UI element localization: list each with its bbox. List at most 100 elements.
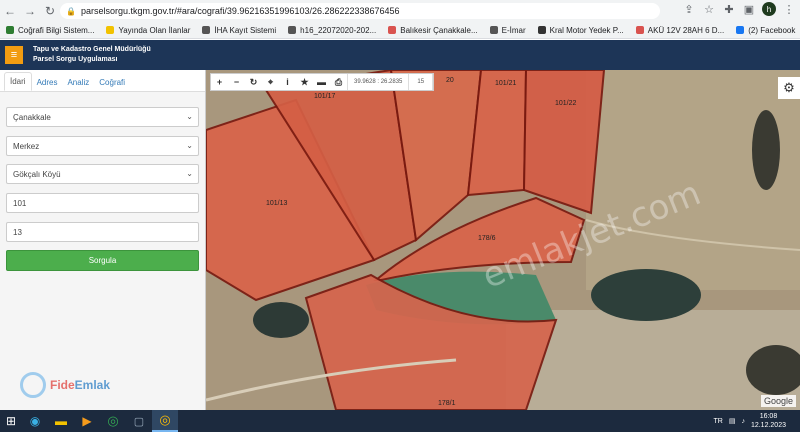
share-icon[interactable]: ⇪ (682, 3, 696, 16)
bookmark-item[interactable]: Balıkesir Çanakkale... (388, 25, 478, 35)
block-value: 101 (13, 198, 27, 208)
bookmark-favicon-icon (635, 26, 644, 34)
window-icon[interactable]: ▢ (126, 410, 152, 432)
parcel-label: 178/1 (438, 400, 456, 407)
url-text: parselsorgu.tkgm.gov.tr/#ara/cografi/39.… (80, 6, 400, 16)
zoom-out-icon[interactable]: − (228, 74, 245, 90)
logo-part2: Emlak (74, 378, 111, 392)
district-select[interactable]: Merkez ⌄ (6, 136, 199, 156)
parcel-label: 101/17 (314, 93, 336, 100)
sidepanel-icon[interactable]: ▣ (742, 3, 756, 16)
zoom-level: 15 (409, 74, 434, 90)
profile-avatar[interactable]: h (762, 2, 776, 16)
parcel-label: 101/22 (555, 100, 577, 107)
bookmark-favicon-icon (6, 26, 14, 34)
bookmark-item[interactable]: Yayında Olan İlanlar (106, 26, 190, 35)
bookmark-item[interactable]: Kral Motor Yedek P... (537, 25, 624, 35)
logo-part1: Fide (50, 378, 75, 392)
measure-icon[interactable]: ▬ (313, 74, 330, 90)
tab-analiz[interactable]: Analiz (62, 74, 94, 91)
chevron-down-icon: ⌄ (186, 112, 193, 121)
bookmark-label: Balıkesir Çanakkale... (400, 25, 478, 35)
windows-taskbar: ⊞ ◉ ▬ ▶ ◎ ▢ ◎ TR ▤ ♪ 16:08 12.12.2023 (0, 410, 800, 432)
bookmark-label: AKÜ 12V 28AH 6 D... (647, 25, 725, 35)
tab-cografi[interactable]: Coğrafi (94, 74, 130, 91)
reload-icon[interactable]: ↻ (40, 1, 60, 21)
back-icon[interactable]: ← (0, 1, 20, 21)
parcel-value: 13 (13, 227, 22, 237)
bookmark-favicon-icon (388, 26, 397, 34)
bookmark-label: Coğrafi Bilgi Sistem... (18, 25, 95, 35)
network-icon[interactable]: ▤ (729, 417, 736, 425)
media-player-icon[interactable]: ▶ (74, 410, 100, 432)
chevron-down-icon: ⌄ (186, 141, 193, 150)
bookmark-label: h16_22072020-202... (300, 25, 377, 35)
extensions-icon[interactable]: ✚ (722, 3, 736, 16)
star-icon[interactable]: ★ (296, 74, 313, 90)
bookmark-label: Yayında Olan İlanlar (118, 25, 191, 35)
print-icon[interactable]: ⎙ (330, 74, 347, 90)
logo-ring-icon (20, 372, 46, 398)
parcel-label: 101/21 (495, 80, 517, 87)
province-select[interactable]: Çanakkale ⌄ (6, 107, 199, 127)
bookmark-favicon-icon (736, 26, 745, 34)
parcel-label: 101/13 (266, 200, 288, 207)
volume-icon[interactable]: ♪ (741, 418, 745, 425)
app-header: ≡ Tapu ve Kadastro Genel Müdürlüğü Parse… (0, 40, 800, 70)
bookmark-label: Kral Motor Yedek P... (549, 25, 624, 35)
agency-logo: FideEmlak (20, 372, 110, 398)
bookmark-item[interactable]: (2) Facebook (736, 26, 795, 35)
locate-icon[interactable]: ⌖ (262, 74, 279, 90)
edge-icon[interactable]: ◉ (22, 410, 48, 432)
language-indicator[interactable]: TR (713, 418, 722, 425)
app-title-line2: Parsel Sorgu Uygulaması (33, 56, 118, 63)
map-attribution: Google (760, 395, 796, 407)
zoom-in-icon[interactable]: + (211, 74, 228, 90)
address-bar[interactable]: 🔒 parselsorgu.tkgm.gov.tr/#ara/cografi/3… (60, 3, 660, 19)
bookmark-item[interactable]: İHA Kayıt Sistemi (202, 26, 276, 35)
panel-tabs: İdari Adres Analiz Coğrafi (0, 70, 205, 92)
browser-toolbar: ← → ↻ 🔒 parselsorgu.tkgm.gov.tr/#ara/cog… (0, 0, 800, 22)
query-button[interactable]: Sorgula (6, 250, 199, 271)
settings-gear-icon[interactable]: ⚙ (778, 77, 800, 99)
bookmark-favicon-icon (489, 26, 498, 34)
village-select[interactable]: Gökçalı Köyü ⌄ (6, 164, 199, 184)
bookmark-label: E-İmar (501, 25, 526, 35)
explorer-icon[interactable]: ▬ (48, 410, 74, 432)
lock-icon: 🔒 (66, 6, 76, 16)
tab-adres[interactable]: Adres (32, 74, 63, 91)
refresh-icon[interactable]: ↻ (245, 74, 262, 90)
tab-idari[interactable]: İdari (4, 72, 32, 91)
bookmark-item[interactable]: h16_22072020-202... (288, 26, 376, 35)
bookmark-favicon-icon (202, 26, 211, 34)
chrome-icon[interactable]: ◎ (100, 410, 126, 432)
hamburger-menu-icon[interactable]: ≡ (5, 46, 23, 64)
chrome-active-icon[interactable]: ◎ (152, 410, 178, 432)
info-icon[interactable]: i (279, 74, 296, 90)
parcel-label: 20 (446, 77, 454, 84)
bookmark-label: İHA Kayıt Sistemi (214, 25, 277, 35)
chevron-down-icon: ⌄ (186, 169, 193, 178)
query-panel: İdari Adres Analiz Coğrafi Çanakkale ⌄ M… (0, 70, 206, 410)
menu-dots-icon[interactable]: ⋮ (782, 3, 796, 16)
bookmark-label: (2) Facebook (748, 25, 796, 35)
parcel-input[interactable]: 13 (6, 222, 199, 242)
map-view[interactable]: 101/17 101/21 101/22 101/13 178/6 178/1 … (206, 70, 800, 410)
block-input[interactable]: 101 (6, 193, 199, 213)
parcel-label: 178/6 (478, 235, 496, 242)
bookmark-item[interactable]: E-İmar (489, 25, 526, 35)
forward-icon[interactable]: → (20, 1, 40, 21)
map-toolbar: + − ↻ ⌖ i ★ ▬ ⎙ 39.9628 : 26.2835 15 (210, 73, 435, 91)
bookmark-favicon-icon (288, 26, 297, 34)
star-icon[interactable]: ☆ (702, 3, 716, 16)
clock[interactable]: 16:08 12.12.2023 (751, 412, 786, 430)
district-value: Merkez (13, 141, 40, 151)
coordinate-readout: 39.9628 : 26.2835 (347, 74, 410, 90)
village-value: Gökçalı Köyü (13, 169, 61, 179)
province-value: Çanakkale (13, 112, 51, 122)
bookmark-item[interactable]: AKÜ 12V 28AH 6 D... (635, 25, 725, 35)
bookmark-item[interactable]: Coğrafi Bilgi Sistem... (6, 26, 94, 35)
clock-date: 12.12.2023 (750, 422, 786, 429)
app-title-line1: Tapu ve Kadastro Genel Müdürlüğü (33, 46, 151, 53)
windows-start-icon[interactable]: ⊞ (0, 410, 22, 432)
